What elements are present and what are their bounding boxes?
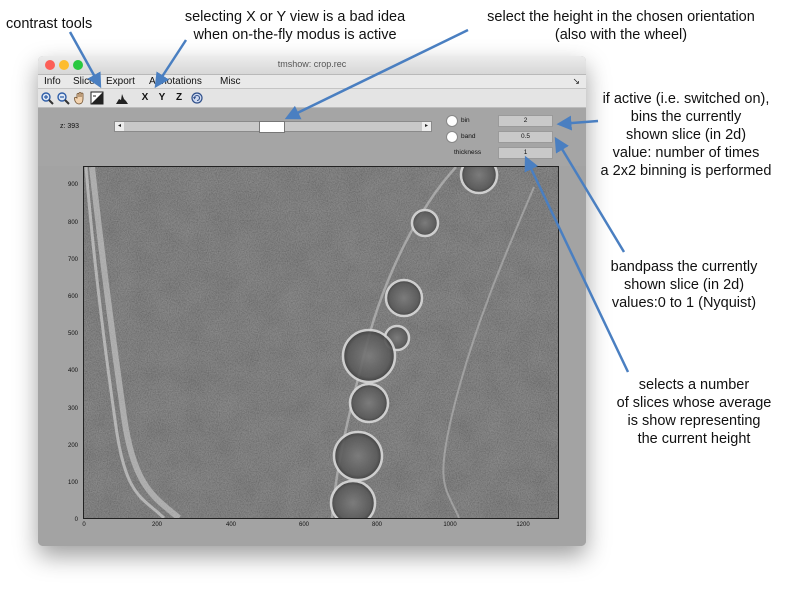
note-xy-view-line2: when on-the-fly modus is active (193, 27, 397, 43)
thickness-label: thickness (454, 149, 482, 156)
menu-export[interactable]: Export (106, 75, 135, 88)
menu-info[interactable]: Info (44, 75, 61, 88)
z-height-label: z: 393 (60, 123, 80, 130)
x-tick-label: 200 (151, 522, 162, 528)
view-y-button[interactable]: Y (155, 91, 169, 105)
thickness-value-field[interactable]: 1 (498, 147, 553, 159)
view-x-button[interactable]: X (138, 91, 152, 105)
menu-annotations[interactable]: Annotations (149, 75, 202, 88)
y-tick-label: 800 (67, 220, 78, 226)
note-contrast-tools: contrast tools (6, 16, 93, 32)
note-thickness: selects a number of slices whose average… (604, 376, 784, 448)
note-thickness-line1: selects a number (638, 377, 750, 393)
band-label: band (461, 133, 476, 140)
note-bin: if active (i.e. switched on), bins the c… (590, 90, 782, 180)
note-xy-view-line1: selecting X or Y view is a bad idea (184, 9, 406, 25)
note-band-line1: bandpass the currently (610, 259, 758, 275)
title-bar[interactable]: tmshow: crop.rec (38, 56, 586, 75)
bin-radio[interactable] (446, 115, 458, 127)
note-thickness-line4: the current height (637, 431, 751, 447)
y-tick-label: 100 (67, 480, 78, 486)
note-bin-line4: value: number of times (612, 145, 760, 161)
rotate-icon[interactable] (190, 91, 204, 105)
y-tick-label: 500 (67, 331, 78, 337)
resize-corner-icon: ↘ (572, 76, 580, 86)
y-tick-label: 400 (67, 368, 78, 374)
hand-icon[interactable] (73, 91, 87, 105)
slice-controls: z: 393 ◂ ▸ bin 2 band 0.5 thickness 1 (38, 108, 586, 166)
bin-label: bin (461, 117, 470, 124)
note-bin-line3: shown slice (in 2d) (625, 127, 747, 143)
contrast-icon[interactable] (90, 91, 104, 105)
note-height: select the height in the chosen orientat… (468, 8, 774, 44)
y-tick-label: 300 (67, 406, 78, 412)
slice-plot: 900 800 700 600 500 400 300 200 100 0 0 … (38, 166, 586, 546)
note-height-line2: (also with the wheel) (554, 27, 688, 43)
note-thickness-line3: is show representing (627, 413, 761, 429)
x-tick-label: 1200 (516, 522, 530, 528)
tomogram-slice-image[interactable] (83, 166, 559, 519)
y-tick-label: 700 (67, 257, 78, 263)
window-title: tmshow: crop.rec (277, 59, 347, 69)
note-bin-line5: a 2x2 binning is performed (600, 163, 772, 179)
histogram-icon[interactable] (115, 91, 129, 105)
note-xy-view: selecting X or Y view is a bad idea when… (170, 8, 420, 44)
slider-left-arrow[interactable]: ◂ (115, 122, 124, 131)
view-z-button[interactable]: Z (172, 91, 186, 105)
note-band-line3: values:0 to 1 (Nyquist) (611, 295, 757, 311)
note-thickness-line2: of slices whose average (616, 395, 772, 411)
zoom-out-icon[interactable] (56, 91, 70, 105)
note-band-line2: shown slice (in 2d) (623, 277, 745, 293)
toolbar: X Y Z (38, 89, 586, 108)
x-tick-label: 400 (225, 522, 236, 528)
zoom-in-icon[interactable] (40, 91, 54, 105)
x-tick-label: 600 (298, 522, 309, 528)
note-band: bandpass the currently shown slice (in 2… (594, 258, 774, 312)
height-slider[interactable]: ◂ ▸ (114, 121, 432, 133)
menu-slice[interactable]: Slice (73, 75, 95, 88)
y-tick-label: 200 (67, 443, 78, 449)
note-bin-line1: if active (i.e. switched on), (602, 91, 770, 107)
note-bin-line2: bins the currently (630, 109, 742, 125)
note-height-line1: select the height in the chosen orientat… (487, 9, 755, 25)
x-tick-label: 0 (82, 522, 86, 528)
app-window: tmshow: crop.rec Info Slice Export Annot… (38, 56, 586, 546)
band-radio[interactable] (446, 131, 458, 143)
band-value-field[interactable]: 0.5 (498, 131, 553, 143)
slider-thumb[interactable] (259, 121, 285, 133)
x-tick-label: 1000 (443, 522, 457, 528)
x-tick-label: 800 (371, 522, 382, 528)
y-tick-label: 900 (67, 182, 78, 188)
menu-bar: Info Slice Export Annotations Misc ↘ (38, 75, 586, 89)
menu-misc[interactable]: Misc (220, 75, 241, 88)
bin-value-field[interactable]: 2 (498, 115, 553, 127)
slider-right-arrow[interactable]: ▸ (422, 122, 431, 131)
y-tick-label: 600 (67, 294, 78, 300)
